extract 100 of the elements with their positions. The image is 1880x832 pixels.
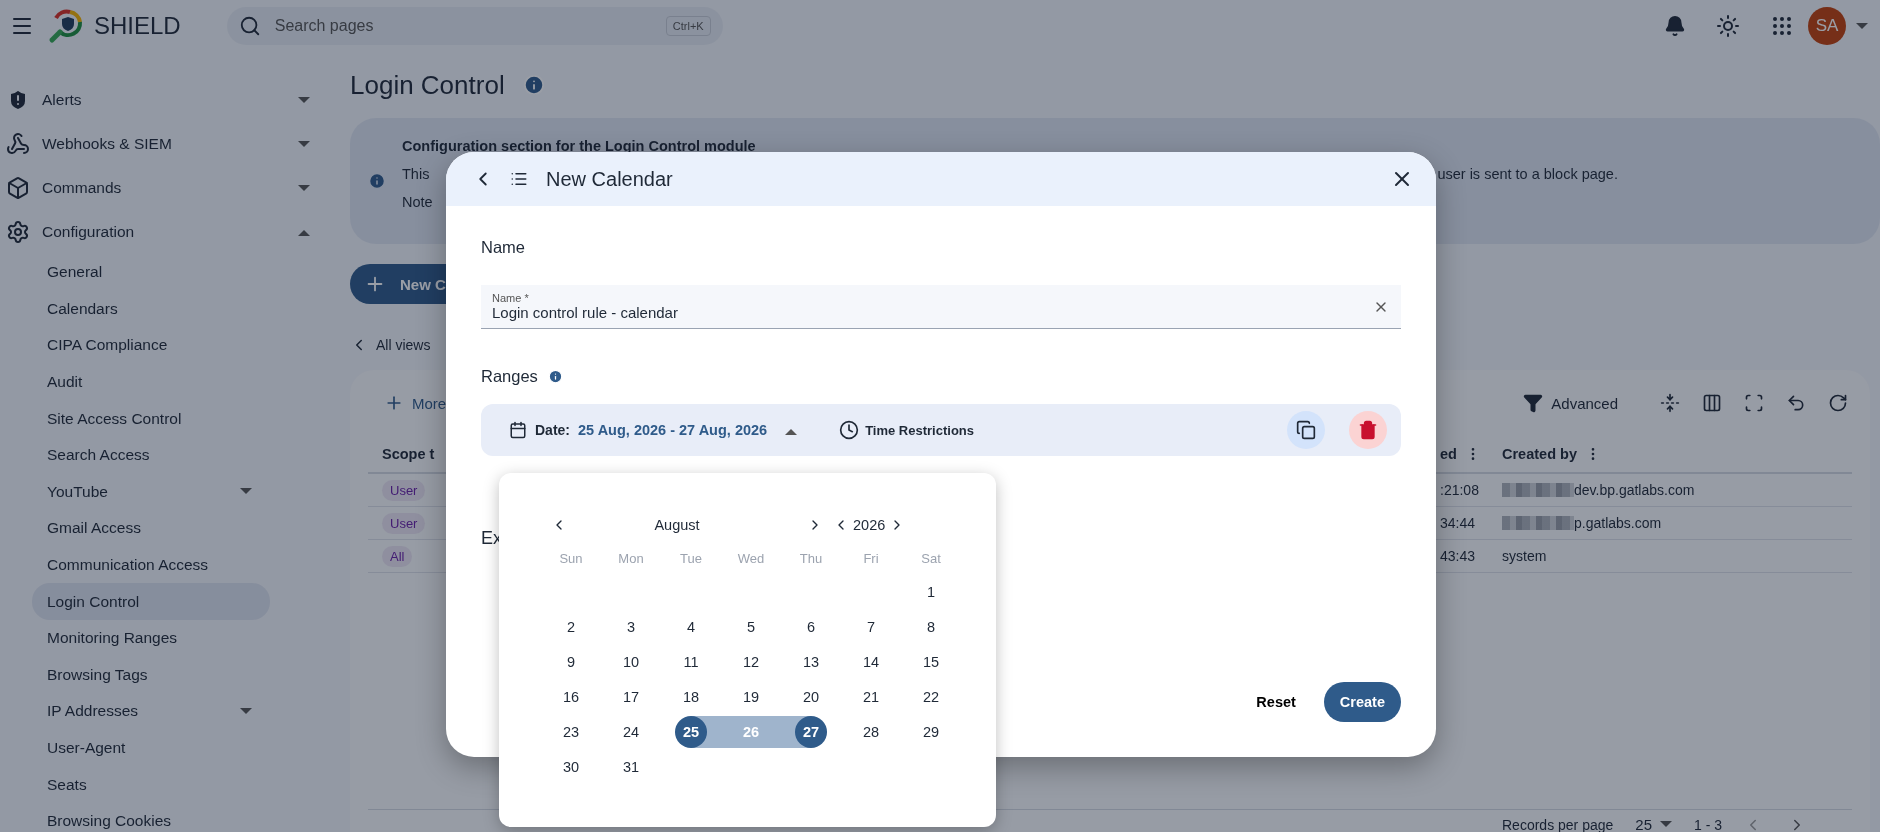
calendar-icon <box>509 421 527 439</box>
records-per-page-label: Records per page <box>1502 816 1614 832</box>
sidebar-item[interactable]: YouTube <box>32 473 270 511</box>
undo-icon <box>1786 393 1806 413</box>
date-range-value[interactable]: 25 Aug, 2026 - 27 Aug, 2026 <box>578 422 768 438</box>
calendar-day[interactable]: 2 <box>555 610 587 643</box>
more-button[interactable]: More <box>380 389 451 417</box>
calendar-day[interactable]: 25 <box>675 715 707 748</box>
weekday-label: Fri <box>862 549 880 568</box>
year-label: 2026 <box>853 517 886 533</box>
sidebar-item[interactable]: Communication Access <box>32 546 270 584</box>
calendar-day[interactable]: 11 <box>675 645 707 678</box>
info-icon <box>368 172 386 190</box>
compress-icon <box>1660 393 1680 413</box>
copy-icon <box>1296 420 1316 440</box>
settings-icon <box>6 220 30 244</box>
calendar-day[interactable]: 17 <box>615 680 647 713</box>
caret-icon <box>240 488 252 496</box>
weekday-label: Mon <box>617 549 645 568</box>
sidebar-item[interactable]: Browsing Cookies <box>32 802 270 832</box>
redaction-blur <box>1502 516 1574 530</box>
info-icon[interactable] <box>522 74 545 96</box>
weekday-label: Tue <box>679 549 703 568</box>
name-input[interactable]: Login control rule - calendar <box>492 304 1373 321</box>
sidebar-item[interactable]: Audit <box>32 363 270 401</box>
calendar-day[interactable]: 8 <box>915 610 947 643</box>
caret-icon <box>240 707 252 715</box>
apps-grid-icon <box>1770 14 1794 38</box>
calendar-day[interactable]: 15 <box>915 645 947 678</box>
sidebar-item[interactable]: Gmail Access <box>32 510 270 547</box>
banner-text: user is sent to a block page. <box>1437 166 1618 182</box>
search-bar[interactable]: Search pages Ctrl+K <box>226 7 723 45</box>
caret-icon <box>1660 821 1672 828</box>
calendar-day[interactable]: 30 <box>555 750 587 783</box>
sidebar-item[interactable]: Site Access Control <box>32 400 270 437</box>
info-icon[interactable] <box>547 369 563 384</box>
calendar-day[interactable]: 22 <box>915 680 947 713</box>
calendar-day[interactable]: 20 <box>795 680 827 713</box>
calendar-day[interactable]: 5 <box>735 610 767 643</box>
delete-button[interactable] <box>1349 411 1387 449</box>
sidebar-item[interactable]: Seats <box>32 766 270 803</box>
dialog-title: New Calendar <box>546 167 674 191</box>
calendar-day[interactable]: 23 <box>555 715 587 748</box>
calendar-day[interactable]: 21 <box>855 680 887 713</box>
search-input[interactable]: Search pages <box>272 16 654 36</box>
scope-chip: User <box>382 479 426 501</box>
calendar-day[interactable]: 13 <box>795 645 827 678</box>
calendar-day[interactable]: 16 <box>555 680 587 713</box>
calendar-day[interactable]: 27 <box>795 715 827 748</box>
account-caret-icon <box>1856 22 1868 30</box>
bell-icon <box>1664 15 1686 37</box>
weekday-label: Sun <box>558 549 584 568</box>
advanced-filter-button[interactable]: Advanced <box>1519 389 1622 417</box>
sidebar-group[interactable]: Alerts <box>0 78 350 122</box>
sidebar-item[interactable]: General <box>32 254 270 291</box>
sidebar-item[interactable]: Search Access <box>32 436 270 474</box>
sidebar-item[interactable]: Browsing Tags <box>32 656 270 694</box>
sidebar-item[interactable]: User-Agent <box>32 729 270 767</box>
time-restrictions-button[interactable]: Time Restrictions <box>833 419 980 441</box>
back-link[interactable]: All views <box>350 334 1880 356</box>
refresh-icon <box>1828 393 1848 413</box>
calendar-day[interactable]: 28 <box>855 715 887 748</box>
calendar-day[interactable]: 6 <box>795 610 827 643</box>
create-button[interactable]: Create <box>1323 682 1401 722</box>
column-header[interactable]: Created by <box>1488 436 1852 474</box>
sidebar-group[interactable]: Webhooks & SIEM <box>0 122 350 166</box>
calendar-day[interactable]: 18 <box>675 680 707 713</box>
calendar-day[interactable]: 12 <box>735 645 767 678</box>
name-field[interactable]: Name * Login control rule - calendar <box>481 285 1401 329</box>
reset-button[interactable]: Reset <box>1250 693 1302 711</box>
caret-icon <box>298 184 310 192</box>
calendar-day[interactable]: 14 <box>855 645 887 678</box>
sidebar-group[interactable]: Configuration <box>0 210 350 254</box>
calendar-day[interactable]: 24 <box>615 715 647 748</box>
caret-icon <box>298 140 310 148</box>
calendar-day[interactable]: 29 <box>915 715 947 748</box>
columns-icon <box>1702 393 1722 413</box>
user-avatar[interactable]: SA <box>1808 7 1846 45</box>
sidebar-item[interactable]: Login Control <box>32 583 270 620</box>
search-icon <box>238 15 261 37</box>
calendar-day[interactable]: 9 <box>555 645 587 678</box>
sidebar-item[interactable]: CIPA Compliance <box>32 327 270 364</box>
calendar-day[interactable]: 7 <box>855 610 887 643</box>
calendar-day[interactable]: 19 <box>735 680 767 713</box>
date-label: Date: <box>535 422 570 438</box>
calendar-day[interactable]: 10 <box>615 645 647 678</box>
webhook-icon <box>6 132 30 156</box>
scope-chip: All <box>382 545 413 567</box>
calendar-day[interactable]: 3 <box>615 610 647 643</box>
sidebar-item[interactable]: Monitoring Ranges <box>32 619 270 657</box>
sidebar-item[interactable]: Calendars <box>32 290 270 328</box>
per-page-select[interactable]: 25 <box>1631 812 1676 832</box>
calendar-day[interactable]: 31 <box>615 750 647 783</box>
sidebar-group[interactable]: Commands <box>0 166 350 210</box>
duplicate-button[interactable] <box>1287 411 1325 449</box>
calendar-day[interactable]: 4 <box>675 610 707 643</box>
caret-icon <box>298 96 310 104</box>
sidebar-item[interactable]: IP Addresses <box>32 693 270 730</box>
section-title: Name <box>481 238 526 257</box>
calendar-day[interactable]: 1 <box>915 575 947 608</box>
